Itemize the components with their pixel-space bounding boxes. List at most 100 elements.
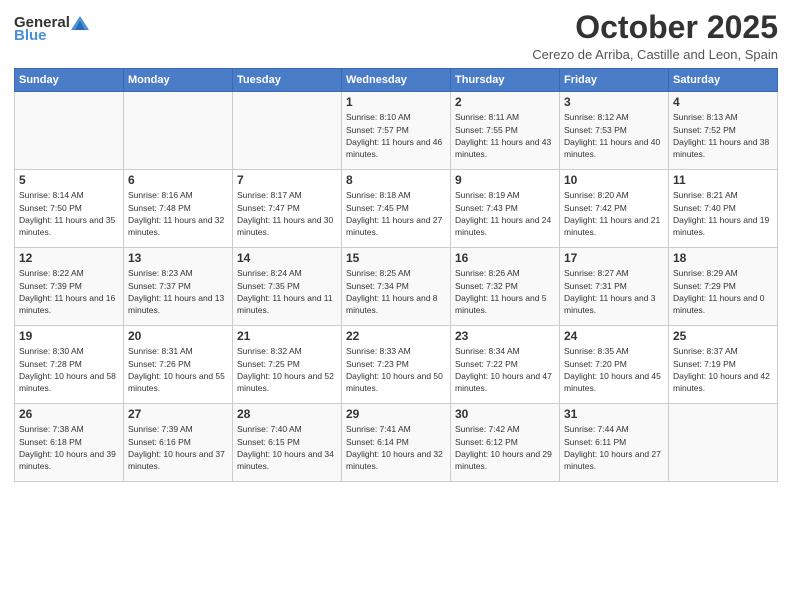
- calendar-cell: 14Sunrise: 8:24 AM Sunset: 7:35 PM Dayli…: [233, 248, 342, 326]
- col-header-thursday: Thursday: [451, 69, 560, 92]
- day-number: 14: [237, 251, 337, 265]
- col-header-sunday: Sunday: [15, 69, 124, 92]
- week-row-2: 5 Sunrise: 8:14 AM Sunset: 7:50 PM Daylig…: [15, 170, 778, 248]
- location-subtitle: Cerezo de Arriba, Castille and Leon, Spa…: [532, 47, 778, 62]
- day-number: 29: [346, 407, 446, 421]
- cell-content: Sunrise: 8:21 AM Sunset: 7:40 PM Dayligh…: [673, 189, 773, 238]
- day-number: 5: [19, 173, 119, 187]
- calendar-table: SundayMondayTuesdayWednesdayThursdayFrid…: [14, 68, 778, 482]
- calendar-cell: 4 Sunrise: 8:13 AM Sunset: 7:52 PM Daylig…: [669, 92, 778, 170]
- day-number: 3: [564, 95, 664, 109]
- calendar-cell: 12 Sunrise: 8:22 AM Sunset: 7:39 PM Dayli…: [15, 248, 124, 326]
- calendar-cell: [15, 92, 124, 170]
- title-block: October 2025 Cerezo de Arriba, Castille …: [532, 10, 778, 62]
- cell-content: Sunrise: 8:31 AM Sunset: 7:26 PM Dayligh…: [128, 345, 228, 394]
- header-row: SundayMondayTuesdayWednesdayThursdayFrid…: [15, 69, 778, 92]
- cell-content: Sunrise: 8:34 AM Sunset: 7:22 PM Dayligh…: [455, 345, 555, 394]
- cell-content: Sunrise: 8:20 AM Sunset: 7:42 PM Dayligh…: [564, 189, 664, 238]
- day-number: 2: [455, 95, 555, 109]
- day-number: 21: [237, 329, 337, 343]
- calendar-cell: 3 Sunrise: 8:12 AM Sunset: 7:53 PM Daylig…: [560, 92, 669, 170]
- day-number: 4: [673, 95, 773, 109]
- col-header-wednesday: Wednesday: [342, 69, 451, 92]
- cell-content: Sunrise: 8:17 AM Sunset: 7:47 PM Dayligh…: [237, 189, 337, 238]
- cell-content: Sunrise: 7:38 AM Sunset: 6:18 PM Dayligh…: [19, 423, 119, 472]
- calendar-cell: 7 Sunrise: 8:17 AM Sunset: 7:47 PM Daylig…: [233, 170, 342, 248]
- cell-content: Sunrise: 8:27 AM Sunset: 7:31 PM Dayligh…: [564, 267, 664, 316]
- cell-content: Sunrise: 8:11 AM Sunset: 7:55 PM Dayligh…: [455, 111, 555, 160]
- day-number: 17: [564, 251, 664, 265]
- logo-blue: Blue: [14, 27, 47, 44]
- calendar-cell: 20 Sunrise: 8:31 AM Sunset: 7:26 PM Dayli…: [124, 326, 233, 404]
- calendar-cell: 22 Sunrise: 8:33 AM Sunset: 7:23 PM Dayli…: [342, 326, 451, 404]
- calendar-cell: 28Sunrise: 7:40 AM Sunset: 6:15 PM Dayli…: [233, 404, 342, 482]
- col-header-saturday: Saturday: [669, 69, 778, 92]
- cell-content: Sunrise: 8:23 AM Sunset: 7:37 PM Dayligh…: [128, 267, 228, 316]
- calendar-cell: 1 Sunrise: 8:10 AM Sunset: 7:57 PM Daylig…: [342, 92, 451, 170]
- calendar-cell: 26 Sunrise: 7:38 AM Sunset: 6:18 PM Dayli…: [15, 404, 124, 482]
- col-header-friday: Friday: [560, 69, 669, 92]
- week-row-5: 26 Sunrise: 7:38 AM Sunset: 6:18 PM Dayli…: [15, 404, 778, 482]
- calendar-cell: 19 Sunrise: 8:30 AM Sunset: 7:28 PM Dayli…: [15, 326, 124, 404]
- day-number: 1: [346, 95, 446, 109]
- day-number: 22: [346, 329, 446, 343]
- calendar-cell: 13 Sunrise: 8:23 AM Sunset: 7:37 PM Dayli…: [124, 248, 233, 326]
- day-number: 13: [128, 251, 228, 265]
- calendar-cell: 6 Sunrise: 8:16 AM Sunset: 7:48 PM Daylig…: [124, 170, 233, 248]
- cell-content: Sunrise: 8:26 AM Sunset: 7:32 PM Dayligh…: [455, 267, 555, 316]
- cell-content: Sunrise: 7:42 AM Sunset: 6:12 PM Dayligh…: [455, 423, 555, 472]
- cell-content: Sunrise: 8:33 AM Sunset: 7:23 PM Dayligh…: [346, 345, 446, 394]
- month-title: October 2025: [532, 10, 778, 45]
- day-number: 8: [346, 173, 446, 187]
- cell-content: Sunrise: 8:30 AM Sunset: 7:28 PM Dayligh…: [19, 345, 119, 394]
- calendar-cell: 16Sunrise: 8:26 AM Sunset: 7:32 PM Dayli…: [451, 248, 560, 326]
- cell-content: Sunrise: 8:12 AM Sunset: 7:53 PM Dayligh…: [564, 111, 664, 160]
- calendar-cell: 21 Sunrise: 8:32 AM Sunset: 7:25 PM Dayli…: [233, 326, 342, 404]
- calendar-cell: 17 Sunrise: 8:27 AM Sunset: 7:31 PM Dayli…: [560, 248, 669, 326]
- day-number: 30: [455, 407, 555, 421]
- cell-content: Sunrise: 8:19 AM Sunset: 7:43 PM Dayligh…: [455, 189, 555, 238]
- day-number: 20: [128, 329, 228, 343]
- day-number: 24: [564, 329, 664, 343]
- day-number: 27: [128, 407, 228, 421]
- cell-content: Sunrise: 7:44 AM Sunset: 6:11 PM Dayligh…: [564, 423, 664, 472]
- cell-content: Sunrise: 8:13 AM Sunset: 7:52 PM Dayligh…: [673, 111, 773, 160]
- cell-content: Sunrise: 8:14 AM Sunset: 7:50 PM Dayligh…: [19, 189, 119, 238]
- calendar-cell: 31 Sunrise: 7:44 AM Sunset: 6:11 PM Dayli…: [560, 404, 669, 482]
- week-row-4: 19 Sunrise: 8:30 AM Sunset: 7:28 PM Dayli…: [15, 326, 778, 404]
- calendar-cell: 2 Sunrise: 8:11 AM Sunset: 7:55 PM Daylig…: [451, 92, 560, 170]
- cell-content: Sunrise: 7:39 AM Sunset: 6:16 PM Dayligh…: [128, 423, 228, 472]
- day-number: 18: [673, 251, 773, 265]
- logo: General Blue: [14, 14, 90, 44]
- day-number: 26: [19, 407, 119, 421]
- calendar-cell: 30 Sunrise: 7:42 AM Sunset: 6:12 PM Dayli…: [451, 404, 560, 482]
- day-number: 6: [128, 173, 228, 187]
- cell-content: Sunrise: 8:22 AM Sunset: 7:39 PM Dayligh…: [19, 267, 119, 316]
- cell-content: Sunrise: 8:37 AM Sunset: 7:19 PM Dayligh…: [673, 345, 773, 394]
- calendar-cell: 29Sunrise: 7:41 AM Sunset: 6:14 PM Dayli…: [342, 404, 451, 482]
- day-number: 31: [564, 407, 664, 421]
- cell-content: Sunrise: 8:35 AM Sunset: 7:20 PM Dayligh…: [564, 345, 664, 394]
- calendar-cell: 18Sunrise: 8:29 AM Sunset: 7:29 PM Dayli…: [669, 248, 778, 326]
- calendar-cell: [669, 404, 778, 482]
- calendar-cell: [124, 92, 233, 170]
- calendar-container: General Blue October 2025 Cerezo de Arri…: [0, 0, 792, 612]
- cell-content: Sunrise: 8:32 AM Sunset: 7:25 PM Dayligh…: [237, 345, 337, 394]
- cell-content: Sunrise: 8:18 AM Sunset: 7:45 PM Dayligh…: [346, 189, 446, 238]
- cell-content: Sunrise: 8:16 AM Sunset: 7:48 PM Dayligh…: [128, 189, 228, 238]
- col-header-tuesday: Tuesday: [233, 69, 342, 92]
- day-number: 25: [673, 329, 773, 343]
- day-number: 15: [346, 251, 446, 265]
- week-row-1: 1 Sunrise: 8:10 AM Sunset: 7:57 PM Daylig…: [15, 92, 778, 170]
- day-number: 23: [455, 329, 555, 343]
- calendar-cell: 11Sunrise: 8:21 AM Sunset: 7:40 PM Dayli…: [669, 170, 778, 248]
- day-number: 7: [237, 173, 337, 187]
- calendar-cell: 9Sunrise: 8:19 AM Sunset: 7:43 PM Daylig…: [451, 170, 560, 248]
- day-number: 19: [19, 329, 119, 343]
- cell-content: Sunrise: 8:10 AM Sunset: 7:57 PM Dayligh…: [346, 111, 446, 160]
- day-number: 12: [19, 251, 119, 265]
- day-number: 10: [564, 173, 664, 187]
- cell-content: Sunrise: 7:40 AM Sunset: 6:15 PM Dayligh…: [237, 423, 337, 472]
- calendar-cell: 25 Sunrise: 8:37 AM Sunset: 7:19 PM Dayli…: [669, 326, 778, 404]
- calendar-cell: 27 Sunrise: 7:39 AM Sunset: 6:16 PM Dayli…: [124, 404, 233, 482]
